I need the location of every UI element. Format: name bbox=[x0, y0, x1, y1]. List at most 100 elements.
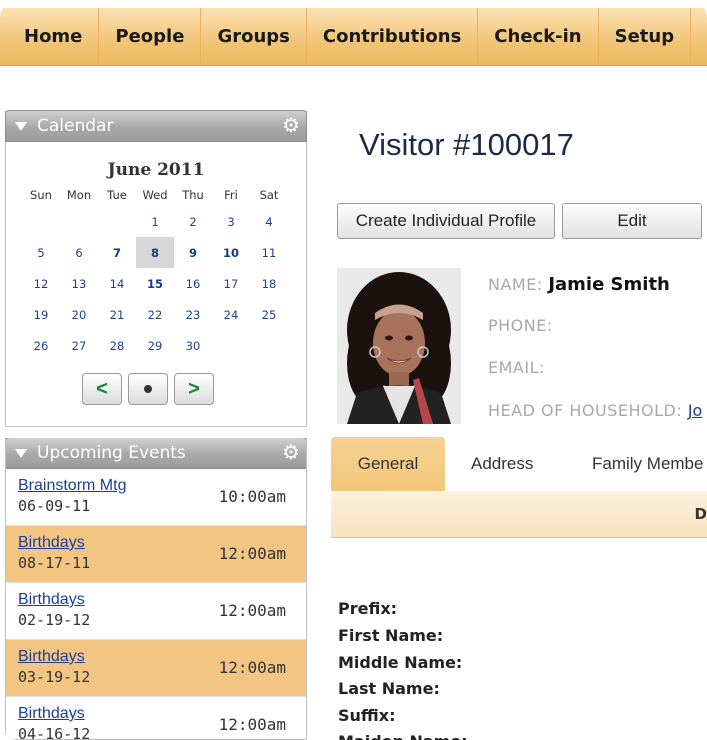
name-row: NAME: Jamie Smith bbox=[488, 274, 670, 295]
events-header[interactable]: Upcoming Events ⚙ bbox=[6, 438, 306, 469]
calendar-day[interactable]: 7 bbox=[98, 237, 136, 268]
nav-more[interactable]: E bbox=[691, 8, 707, 65]
event-link[interactable]: Birthdays bbox=[18, 591, 85, 609]
hoh-link[interactable]: Jo bbox=[688, 401, 703, 420]
calendar-day[interactable]: 2 bbox=[174, 206, 212, 237]
tab-subheader-text: D bbox=[694, 505, 707, 523]
calendar-month: June 2011 bbox=[107, 160, 205, 180]
calendar-widget: Calendar ⚙ June 2011 Sun Mon Tue Wed Thu Fri S… bbox=[5, 110, 307, 427]
prev-month-button[interactable]: < bbox=[82, 373, 122, 405]
calendar-week: 19 20 21 22 23 24 25 bbox=[22, 299, 288, 330]
hoh-row: HEAD OF HOUSEHOLD: Jo bbox=[488, 401, 702, 420]
calendar-day[interactable]: 27 bbox=[60, 330, 98, 361]
calendar-day[interactable]: 12 bbox=[22, 268, 60, 299]
profile-tabs: General Address Family Membe bbox=[331, 437, 707, 492]
person-photo-icon bbox=[337, 268, 461, 424]
calendar-day[interactable]: 6 bbox=[60, 237, 98, 268]
tab-subheader: D bbox=[331, 491, 707, 538]
dot-icon bbox=[144, 385, 152, 393]
calendar-day[interactable]: 11 bbox=[250, 237, 288, 268]
calendar-day[interactable]: 29 bbox=[136, 330, 174, 361]
weekday-header: Wed bbox=[142, 188, 168, 202]
calendar-header[interactable]: Calendar ⚙ bbox=[5, 110, 307, 142]
name-value: Jamie Smith bbox=[548, 274, 670, 295]
profile-photo bbox=[337, 268, 461, 424]
nav-contributions[interactable]: Contributions bbox=[307, 8, 479, 65]
calendar-day[interactable]: 16 bbox=[174, 268, 212, 299]
arrow-left-icon: < bbox=[96, 377, 108, 400]
calendar-day[interactable]: 13 bbox=[60, 268, 98, 299]
event-link[interactable]: Brainstorm Mtg bbox=[18, 477, 126, 495]
edit-button[interactable]: Edit bbox=[562, 203, 702, 239]
event-link[interactable]: Birthdays bbox=[18, 534, 85, 552]
gear-icon[interactable]: ⚙ bbox=[282, 115, 300, 135]
collapse-triangle-icon[interactable] bbox=[15, 448, 27, 458]
calendar-day[interactable]: 1 bbox=[136, 206, 174, 237]
tab-general[interactable]: General bbox=[331, 437, 445, 491]
last-name-label: Last Name: bbox=[338, 679, 440, 698]
gear-icon[interactable]: ⚙ bbox=[282, 442, 300, 462]
calendar-day[interactable]: 14 bbox=[98, 268, 136, 299]
calendar-empty-cell bbox=[22, 206, 60, 237]
event-link[interactable]: Birthdays bbox=[18, 705, 85, 723]
event-list: Brainstorm Mtg 06-09-11 10:00am Birthdays 08… bbox=[6, 469, 306, 740]
nav-groups[interactable]: Groups bbox=[201, 8, 307, 65]
calendar-day[interactable]: 19 bbox=[22, 299, 60, 330]
event-time: 12:00am bbox=[218, 544, 286, 563]
calendar-day[interactable]: 23 bbox=[174, 299, 212, 330]
calendar-day[interactable]: 5 bbox=[22, 237, 60, 268]
calendar-week: 5 6 7 8 9 10 11 bbox=[22, 237, 288, 268]
calendar-day[interactable]: 17 bbox=[212, 268, 250, 299]
calendar-week: 26 27 28 29 30 bbox=[22, 330, 288, 361]
nav-setup[interactable]: Setup bbox=[599, 8, 692, 65]
event-row: Birthdays 08-17-11 12:00am bbox=[6, 526, 306, 583]
calendar-empty-cell bbox=[60, 206, 98, 237]
hoh-label: HEAD OF HOUSEHOLD: bbox=[488, 401, 683, 420]
weekday-header: Mon bbox=[66, 188, 92, 202]
calendar-day[interactable]: 8 bbox=[136, 237, 174, 268]
top-nav: Home People Groups Contributions Check-i… bbox=[0, 8, 707, 66]
nav-people[interactable]: People bbox=[99, 8, 202, 65]
event-row: Birthdays 02-19-12 12:00am bbox=[6, 583, 306, 640]
weekday-header: Sun bbox=[30, 188, 52, 202]
create-profile-button[interactable]: Create Individual Profile bbox=[337, 203, 555, 239]
upcoming-events-widget: Upcoming Events ⚙ Brainstorm Mtg 06-09-11… bbox=[5, 438, 307, 740]
calendar-day[interactable]: 20 bbox=[60, 299, 98, 330]
calendar-day[interactable]: 10 bbox=[212, 237, 250, 268]
first-name-label: First Name: bbox=[338, 626, 444, 645]
calendar-day[interactable]: 26 bbox=[22, 330, 60, 361]
collapse-triangle-icon[interactable] bbox=[15, 121, 27, 131]
calendar-day[interactable]: 28 bbox=[98, 330, 136, 361]
event-link[interactable]: Birthdays bbox=[18, 648, 85, 666]
today-button[interactable] bbox=[128, 373, 168, 405]
tab-address[interactable]: Address bbox=[471, 437, 533, 491]
nav-check-in[interactable]: Check-in bbox=[478, 8, 599, 65]
calendar-day[interactable]: 9 bbox=[174, 237, 212, 268]
calendar-day[interactable]: 15 bbox=[136, 268, 174, 299]
visitor-panel: Visitor #100017 Create Individual Profil… bbox=[331, 107, 707, 740]
calendar-day[interactable]: 4 bbox=[250, 206, 288, 237]
calendar-day[interactable]: 22 bbox=[136, 299, 174, 330]
page-title: Visitor #100017 bbox=[359, 127, 574, 162]
next-month-button[interactable]: > bbox=[174, 373, 214, 405]
name-label: NAME: bbox=[488, 275, 543, 294]
event-date: 02-19-12 bbox=[18, 611, 91, 629]
tab-family-members[interactable]: Family Membe bbox=[592, 437, 703, 491]
calendar-empty-cell bbox=[98, 206, 136, 237]
event-time: 12:00am bbox=[218, 715, 286, 734]
calendar-day[interactable]: 25 bbox=[250, 299, 288, 330]
prefix-label: Prefix: bbox=[338, 599, 398, 618]
calendar-day[interactable]: 3 bbox=[212, 206, 250, 237]
calendar-day[interactable]: 24 bbox=[212, 299, 250, 330]
nav-home[interactable]: Home bbox=[0, 8, 100, 65]
calendar-empty-cell bbox=[250, 330, 288, 361]
event-date: 08-17-11 bbox=[18, 554, 91, 572]
calendar-day[interactable]: 18 bbox=[250, 268, 288, 299]
calendar-day[interactable]: 30 bbox=[174, 330, 212, 361]
calendar-header-title: Calendar bbox=[37, 116, 114, 136]
middle-name-label: Middle Name: bbox=[338, 653, 463, 672]
calendar-day[interactable]: 21 bbox=[98, 299, 136, 330]
event-date: 03-19-12 bbox=[18, 668, 91, 686]
weekday-header: Thu bbox=[182, 188, 204, 202]
event-date: 04-16-12 bbox=[18, 725, 91, 740]
